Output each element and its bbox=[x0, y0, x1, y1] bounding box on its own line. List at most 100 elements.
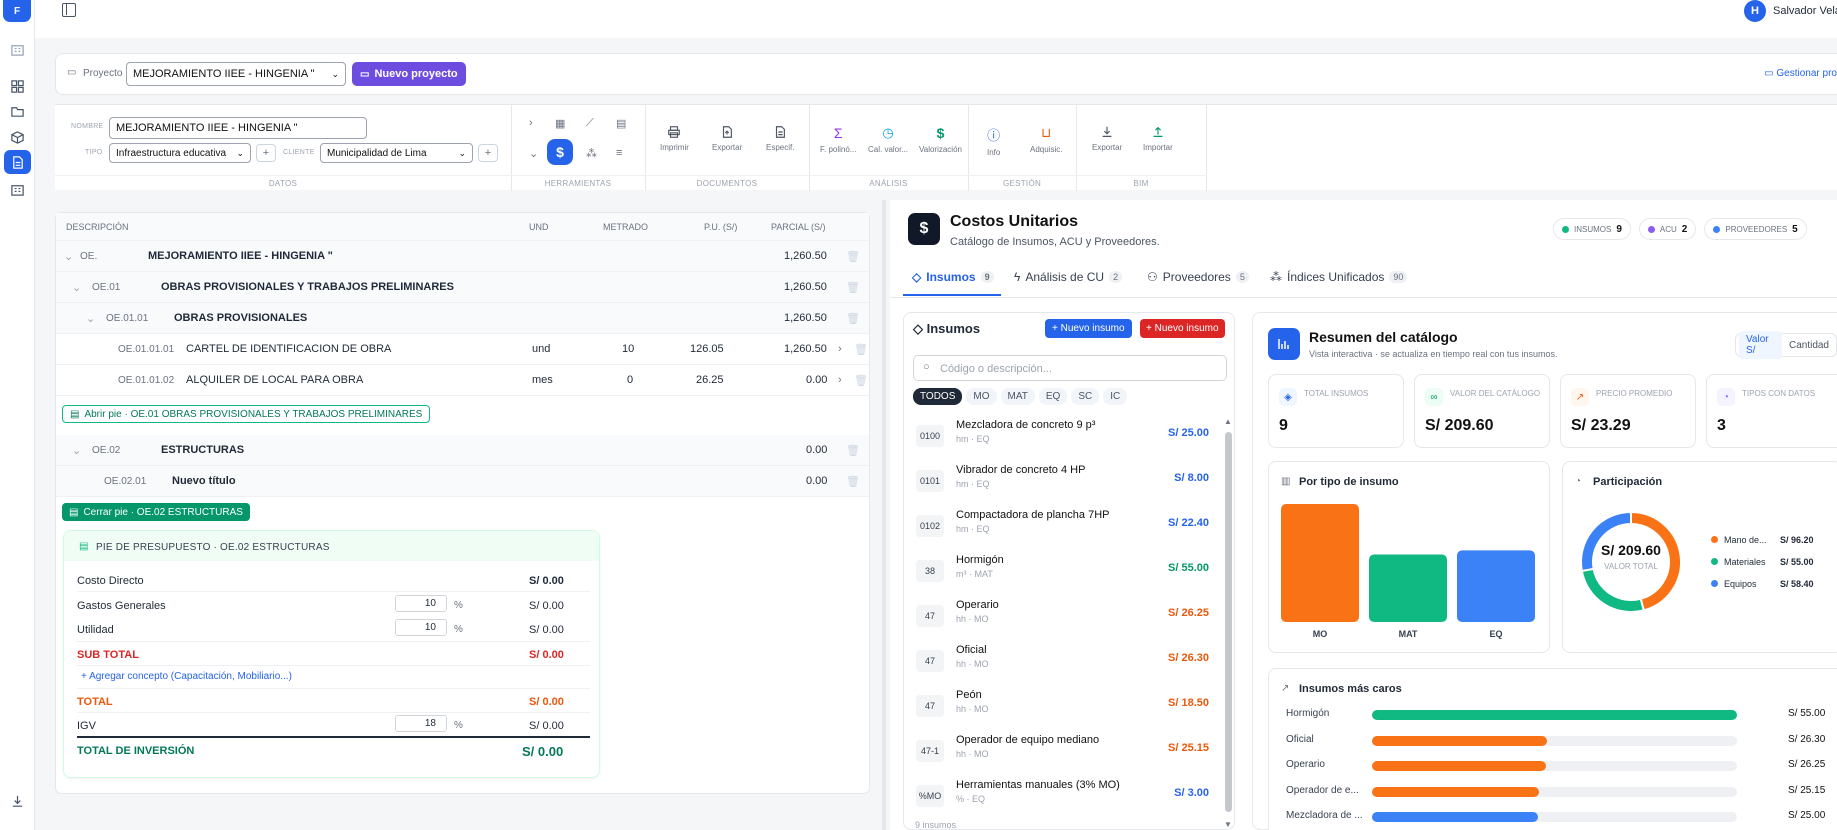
dashboard-icon[interactable] bbox=[8, 77, 26, 95]
info-tool[interactable]: ⓘ Info bbox=[987, 125, 1000, 157]
list-item[interactable]: 47 Oficial hh · MO S/ 26.30 bbox=[914, 642, 1209, 686]
list-item[interactable]: 0101 Vibrador de concreto 4 HP hm · EQ S/ 8… bbox=[914, 462, 1209, 506]
gg-label: Gastos Generales bbox=[77, 600, 166, 612]
subtotal-value: S/ 0.00 bbox=[529, 649, 564, 661]
document-icon[interactable] bbox=[4, 150, 31, 174]
bim-import-tool[interactable]: Importar bbox=[1143, 125, 1173, 152]
scroll-down-icon[interactable]: ▼ bbox=[1224, 820, 1232, 829]
insumo-name: Mezcladora de concreto 9 p³ bbox=[956, 419, 1096, 431]
section-documentos: DOCUMENTOS bbox=[696, 179, 758, 188]
add-concept-link[interactable]: + Agregar concepto (Capacitación, Mobili… bbox=[81, 671, 292, 682]
list-item[interactable]: 47 Peón hh · MO S/ 18.50 bbox=[914, 687, 1209, 731]
polinomica-tool[interactable]: Σ F. polinó... bbox=[820, 125, 856, 154]
export-doc-tool[interactable]: Exportar bbox=[712, 125, 742, 152]
new-project-button[interactable]: ▭ Nuevo proyecto bbox=[352, 62, 466, 86]
open-pie-button[interactable]: ▤ Abrir pie · OE.01 OBRAS PROVISIONALES Y… bbox=[62, 405, 431, 423]
nodes-icon[interactable]: ⁂ bbox=[586, 147, 597, 160]
list-scrollbar[interactable] bbox=[1225, 432, 1232, 812]
download-icon[interactable] bbox=[8, 792, 26, 810]
new-insumo-red-button[interactable]: + Nuevo insumo bbox=[1140, 319, 1225, 338]
tab-proveedores[interactable]: ⚇ Proveedores 5 bbox=[1147, 270, 1249, 284]
table-row[interactable]: OE.02.01 Nuevo título 0.00 🗑 bbox=[56, 466, 869, 497]
list-item[interactable]: 47 Operario hh · MO S/ 26.25 bbox=[914, 597, 1209, 641]
insumo-price: S/ 25.00 bbox=[1168, 427, 1209, 439]
adquisic-tool[interactable]: ⊔ Adquisic. bbox=[1030, 125, 1062, 154]
filter-eq[interactable]: EQ bbox=[1038, 388, 1068, 405]
top-insumo-bar bbox=[1372, 710, 1737, 720]
ruler-icon[interactable]: ⟋ bbox=[586, 117, 594, 130]
list-item[interactable]: 0100 Mezcladora de concreto 9 p³ hm · EQ S/… bbox=[914, 417, 1209, 461]
add-cliente-button[interactable]: + bbox=[478, 144, 498, 162]
list-item[interactable]: 0102 Compactadora de plancha 7HP hm · EQ S/… bbox=[914, 507, 1209, 551]
bim-export-tool[interactable]: Exportar bbox=[1092, 125, 1122, 152]
list-item[interactable]: 38 Hormigón m³ · MAT S/ 55.00 bbox=[914, 552, 1209, 596]
igv-percent-input[interactable]: 18 bbox=[395, 715, 447, 732]
donut-slice[interactable] bbox=[1580, 567, 1645, 613]
table-row[interactable]: OE.01.01.02 ALQUILER DE LOCAL PARA OBRA me… bbox=[56, 365, 869, 396]
new-insumo-button[interactable]: + Nuevo insumo bbox=[1045, 319, 1132, 338]
calendar-icon[interactable]: ▦ bbox=[555, 117, 565, 130]
user-menu[interactable]: H Salvador Velasquez bbox=[1744, 0, 1837, 22]
project-select[interactable]: MEJORAMIENTO IIEE - HINGENIA " ⌄ bbox=[126, 62, 346, 86]
top-insumo-value: S/ 25.00 bbox=[1788, 810, 1826, 821]
section-herramientas: HERRAMIENTAS bbox=[544, 179, 612, 188]
tab-indices[interactable]: ⁂ Índices Unificados 90 bbox=[1270, 270, 1408, 284]
toggle-valor[interactable]: Valor S/ bbox=[1739, 331, 1782, 359]
bar-eq[interactable] bbox=[1457, 550, 1535, 622]
building-icon[interactable] bbox=[8, 40, 26, 58]
building2-icon[interactable] bbox=[8, 180, 26, 198]
tab-analisis[interactable]: ϟ Análisis de CU 2 bbox=[1014, 270, 1123, 284]
chevron-down-icon[interactable]: ⌄ bbox=[529, 147, 538, 160]
summary-pills: INSUMOS 9 ACU 2 PROVEEDORES 5 bbox=[1553, 218, 1807, 240]
insumo-code: %MO bbox=[916, 785, 944, 807]
table-row[interactable]: ⌄ OE. MEJORAMIENTO IIEE - HINGENIA " 1,260.… bbox=[56, 241, 869, 272]
insumo-name: Operador de equipo mediano bbox=[956, 734, 1100, 746]
bar-mat[interactable] bbox=[1369, 554, 1447, 622]
table-row[interactable]: ⌄ OE.02 ESTRUCTURAS 0.00 🗑 bbox=[56, 435, 869, 466]
app-logo[interactable]: F bbox=[3, 0, 31, 22]
bar-chart: MO MAT EQ bbox=[1281, 504, 1535, 639]
cliente-select[interactable]: Municipalidad de Lima ⌄ bbox=[320, 143, 473, 163]
dollar-tool-button[interactable]: $ bbox=[547, 139, 573, 165]
top-insumo-name: Oficial bbox=[1286, 733, 1314, 745]
filter-sc[interactable]: SC bbox=[1071, 388, 1100, 405]
toggle-cantidad[interactable]: Cantidad bbox=[1785, 337, 1833, 354]
print-tool[interactable]: Imprimir bbox=[660, 125, 689, 152]
search-input[interactable]: ○ Código o descripción... bbox=[913, 355, 1227, 381]
scroll-up-icon[interactable]: ▲ bbox=[1224, 417, 1232, 426]
resumen-subtitle: Vista interactiva · se actualiza en tiem… bbox=[1309, 349, 1558, 359]
table-row[interactable]: OE.01.01.01 CARTEL DE IDENTIFICACION DE O… bbox=[56, 334, 869, 365]
insumo-price: S/ 18.50 bbox=[1168, 697, 1209, 709]
filter-todos[interactable]: TODOS bbox=[913, 388, 963, 405]
panel-splitter[interactable] bbox=[882, 200, 886, 830]
top-insumo-track bbox=[1372, 710, 1737, 720]
gg-percent-input[interactable]: 10 bbox=[395, 595, 447, 612]
util-percent-input[interactable]: 10 bbox=[395, 619, 447, 636]
folder-icon[interactable] bbox=[8, 102, 26, 120]
table-row[interactable]: ⌄ OE.01 OBRAS PROVISIONALES Y TRABAJOS PRE… bbox=[56, 272, 869, 303]
especif-tool[interactable]: Especif. bbox=[766, 125, 794, 152]
nombre-input[interactable]: MEJORAMIENTO IIEE - HINGENIA " bbox=[109, 117, 367, 139]
add-tipo-button[interactable]: + bbox=[256, 144, 276, 162]
close-pie-button[interactable]: ▤ Cerrar pie · OE.02 ESTRUCTURAS bbox=[62, 503, 250, 521]
tipo-select[interactable]: Infraestructura educativa ⌄ bbox=[109, 143, 251, 163]
bar-mo[interactable] bbox=[1281, 504, 1359, 622]
gg-pct-sign: % bbox=[454, 600, 463, 611]
cal-valor-tool[interactable]: ◷ Cal. valor... bbox=[868, 125, 908, 154]
manage-projects-link[interactable]: ▭ Gestionar pro bbox=[1764, 68, 1837, 79]
filter-ic[interactable]: IC bbox=[1103, 388, 1128, 405]
notes-icon[interactable]: ▤ bbox=[616, 117, 626, 130]
sidebar-toggle-icon[interactable] bbox=[62, 3, 76, 17]
box-icon[interactable] bbox=[8, 128, 26, 146]
list-item[interactable]: 47-1 Operador de equipo mediano hh · MO S/ … bbox=[914, 732, 1209, 776]
table-row[interactable]: ⌄ OE.01.01 OBRAS PROVISIONALES 1,260.50 🗑 bbox=[56, 303, 869, 334]
filter-mat[interactable]: MAT bbox=[1000, 388, 1035, 405]
tab-insumos[interactable]: ◇ Insumos 9 bbox=[912, 270, 994, 284]
sliders-icon[interactable]: ≡ bbox=[616, 147, 622, 159]
valorizacion-tool[interactable]: $ Valorización bbox=[919, 125, 962, 154]
util-value: S/ 0.00 bbox=[529, 624, 564, 636]
bar-label: MO bbox=[1313, 629, 1328, 639]
filter-mo[interactable]: MO bbox=[966, 388, 997, 405]
list-item[interactable]: %MO Herramientas manuales (3% MO) % · EQ S/… bbox=[914, 777, 1209, 821]
chevron-right-icon[interactable]: › bbox=[529, 117, 533, 129]
